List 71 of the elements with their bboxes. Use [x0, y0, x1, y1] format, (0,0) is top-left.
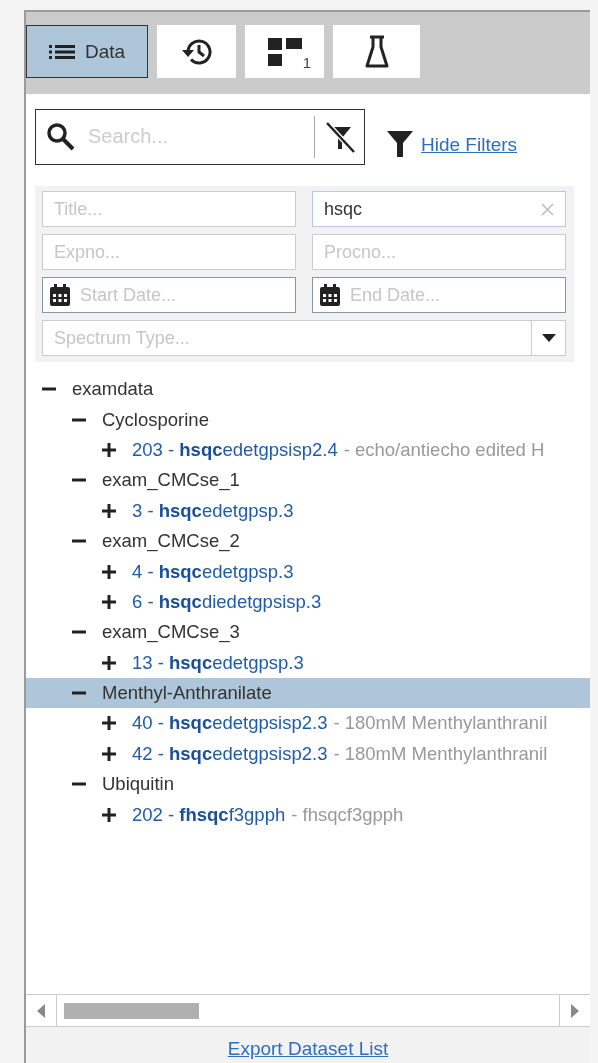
- horizontal-scrollbar[interactable]: [26, 994, 590, 1027]
- title-field[interactable]: Title...: [42, 191, 296, 227]
- dataset-label: 203 - hsqcedetgpsisp2.4: [132, 438, 338, 461]
- dataset-label: 4 - hsqcedetgpsp.3: [132, 560, 294, 583]
- dataset-label: 13 - hsqcedetgpsp.3: [132, 651, 304, 674]
- right-arrow-icon[interactable]: [571, 1003, 579, 1018]
- caret-icon: [541, 334, 556, 342]
- tree-row[interactable]: examdata: [26, 374, 590, 405]
- tree-row[interactable]: Menthyl-Anthranilate: [26, 677, 590, 709]
- start-date-box[interactable]: Start Date...: [42, 277, 296, 313]
- folder-label: Menthyl-Anthranilate: [102, 682, 272, 705]
- spectrum-type-dropdown[interactable]: Spectrum Type...: [42, 320, 566, 356]
- dataset-label: 40 - hsqcedetgpsisp2.3: [132, 712, 328, 735]
- tree-row[interactable]: 42 - hsqcedetgpsisp2.3 - 180mM Menthylanthranil: [26, 738, 590, 770]
- folder-label: examdata: [72, 378, 154, 401]
- grid-icon: [267, 37, 302, 66]
- dataset-description: - 180mM Menthylanthranil: [333, 712, 548, 735]
- tree-row[interactable]: 40 - hsqcedetgpsisp2.3 - 180mM Menthylanthranil: [26, 708, 590, 739]
- plus-icon[interactable]: [102, 564, 116, 579]
- tree-row[interactable]: Cyclosporine: [26, 404, 590, 435]
- tab[interactable]: [157, 25, 236, 78]
- tree-row[interactable]: exam_CMCse_3: [26, 617, 590, 648]
- folder-label: Cyclosporine: [102, 408, 209, 431]
- tab[interactable]: 1: [245, 25, 324, 78]
- tree-row[interactable]: Ubiquitin: [26, 769, 590, 800]
- pulse-program-box[interactable]: hsqc: [312, 191, 566, 227]
- dataset-label: 3 - hsqcedetgpsp.3: [132, 499, 294, 522]
- search-icon: [46, 121, 76, 152]
- dataset-description: - fhsqcf3gpph: [291, 803, 404, 826]
- tree-row[interactable]: 6 - hsqcdiedetgpsisp.3: [26, 586, 590, 618]
- list-icon: [48, 43, 75, 60]
- tree-row[interactable]: 13 - hsqcedetgpsp.3: [26, 647, 590, 678]
- tree-row[interactable]: 202 - fhsqcf3gpph - fhsqcf3gpph: [26, 799, 590, 830]
- tab[interactable]: Data: [26, 25, 148, 78]
- plus-icon[interactable]: [102, 807, 116, 822]
- left-arrow-icon[interactable]: [37, 1003, 45, 1018]
- tree-row[interactable]: 203 - hsqcedetgpsisp2.4 - echo/antiecho edited H: [26, 434, 590, 466]
- plus-icon[interactable]: [102, 716, 116, 731]
- plus-icon[interactable]: [102, 655, 116, 670]
- plus-icon[interactable]: [102, 594, 116, 609]
- expno-field[interactable]: Expno...: [42, 234, 296, 270]
- dataset-label: 6 - hsqcdiedetgpsisp.3: [132, 590, 322, 613]
- tree-row[interactable]: 4 - hsqcedetgpsp.3: [26, 556, 590, 587]
- pulse-program-field[interactable]: hsqc: [324, 198, 531, 220]
- dataset-description: - 180mM Menthylanthranil: [333, 742, 548, 765]
- dataset-label: 42 - hsqcedetgpsisp2.3: [132, 742, 328, 765]
- folder-label: exam_CMCse_2: [102, 530, 240, 553]
- scrollbar-thumb[interactable]: [64, 1002, 199, 1019]
- tab[interactable]: [333, 25, 420, 78]
- spectrum-type-field[interactable]: Spectrum Type...: [54, 327, 521, 349]
- plus-icon[interactable]: [102, 503, 116, 518]
- filter-icon: [387, 130, 413, 157]
- folder-label: exam_CMCse_1: [102, 469, 240, 492]
- export-dataset-list-link[interactable]: Export Dataset List: [227, 1038, 389, 1060]
- tree-row[interactable]: exam_CMCse_2: [26, 525, 590, 557]
- tree-row[interactable]: exam_CMCse_1: [26, 465, 590, 496]
- calendar-icon: [50, 284, 70, 306]
- flask-icon: [364, 34, 389, 69]
- procno-field[interactable]: Procno...: [312, 234, 566, 270]
- hide-filters-link[interactable]: Hide Filters: [421, 133, 518, 156]
- dataset-label: 202 - fhsqcf3gpph: [132, 803, 286, 826]
- plus-icon[interactable]: [102, 746, 116, 761]
- folder-label: Ubiquitin: [102, 773, 174, 796]
- calendar-icon: [320, 284, 340, 306]
- plus-icon[interactable]: [102, 442, 116, 457]
- tree-row[interactable]: 3 - hsqcedetgpsp.3: [26, 495, 590, 526]
- start-date-field[interactable]: Start Date...: [80, 284, 284, 306]
- end-date-field[interactable]: End Date...: [350, 284, 554, 306]
- dataset-description: - echo/antiecho edited H: [343, 438, 545, 461]
- folder-label: exam_CMCse_3: [102, 621, 240, 644]
- end-date-box[interactable]: End Date...: [312, 277, 566, 313]
